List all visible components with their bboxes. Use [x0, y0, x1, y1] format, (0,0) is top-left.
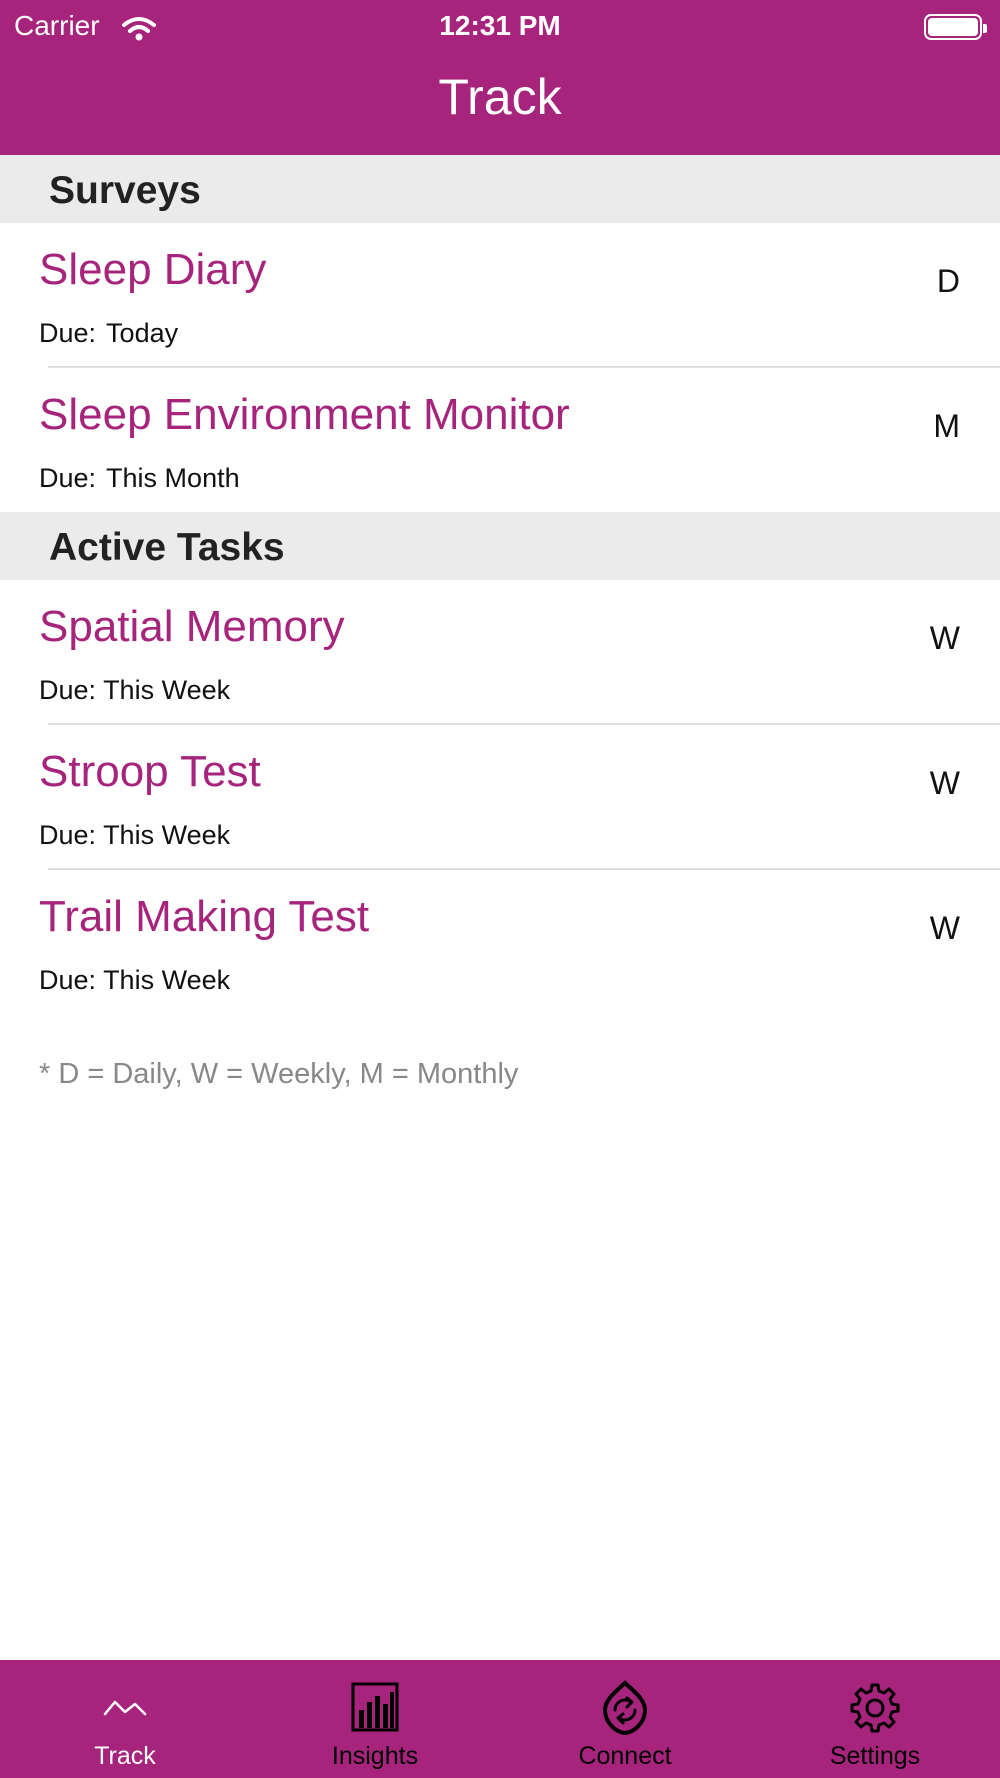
list-item[interactable]: Spatial Memory Due: This Week W [0, 580, 1000, 725]
item-due: Due: Today [39, 318, 178, 349]
item-title: Spatial Memory [39, 602, 345, 651]
tab-insights[interactable]: Insights [250, 1660, 500, 1778]
item-due: Due: This Week [39, 965, 230, 996]
tab-track[interactable]: Track [0, 1660, 250, 1778]
page-title: Track [438, 69, 562, 125]
track-icon [103, 1700, 147, 1716]
frequency-badge: W [929, 910, 960, 946]
item-title: Trail Making Test [39, 892, 370, 941]
frequency-badge: M [933, 408, 960, 444]
status-bar: Carrier 12:31 PM [0, 8, 1000, 44]
battery-icon [924, 14, 987, 40]
section-title: Active Tasks [49, 526, 285, 569]
frequency-legend: * D = Daily, W = Weekly, M = Monthly [39, 1058, 519, 1090]
insights-icon [351, 1682, 399, 1732]
settings-icon [850, 1683, 900, 1733]
due-label: Due: [39, 820, 97, 850]
item-title: Sleep Diary [39, 245, 267, 294]
due-label: Due: [39, 675, 97, 705]
item-due: Due: This Month [39, 463, 240, 494]
item-due: Due: This Week [39, 820, 230, 851]
item-title: Stroop Test [39, 747, 261, 796]
frequency-badge: W [929, 765, 960, 801]
due-value: Today [106, 318, 179, 348]
tab-label: Insights [331, 1742, 419, 1770]
navigation-bar: Carrier 12:31 PM Track [0, 0, 1000, 155]
due-value: This Week [103, 965, 231, 995]
due-value: This Week [103, 820, 231, 850]
connect-icon [602, 1680, 648, 1736]
due-label: Due: [39, 965, 97, 995]
frequency-badge: W [929, 620, 960, 656]
tab-label: Settings [829, 1742, 921, 1770]
tab-settings[interactable]: Settings [750, 1660, 1000, 1778]
tab-bar: Track Insights Connect Settings [0, 1660, 1000, 1778]
due-label: Due: [39, 318, 97, 348]
tab-label: Connect [578, 1742, 672, 1770]
due-label: Due: [39, 463, 97, 493]
clock: 12:31 PM [439, 10, 561, 41]
list-item[interactable]: Stroop Test Due: This Week W [0, 725, 1000, 870]
section-title: Surveys [49, 169, 201, 212]
due-value: This Month [106, 463, 240, 493]
item-title: Sleep Environment Monitor [39, 390, 570, 439]
frequency-badge: D [936, 263, 960, 299]
list-item[interactable]: Trail Making Test Due: This Week W [0, 870, 1000, 1015]
item-due: Due: This Week [39, 675, 230, 706]
list-item[interactable]: Sleep Diary Due: Today D [0, 223, 1000, 368]
list-item[interactable]: Sleep Environment Monitor Due: This Month… [0, 368, 1000, 512]
section-header-active-tasks: Active Tasks [0, 512, 1000, 580]
tab-connect[interactable]: Connect [500, 1660, 750, 1778]
due-value: This Week [103, 675, 231, 705]
section-header-surveys: Surveys [0, 155, 1000, 223]
tab-label: Track [94, 1742, 156, 1770]
